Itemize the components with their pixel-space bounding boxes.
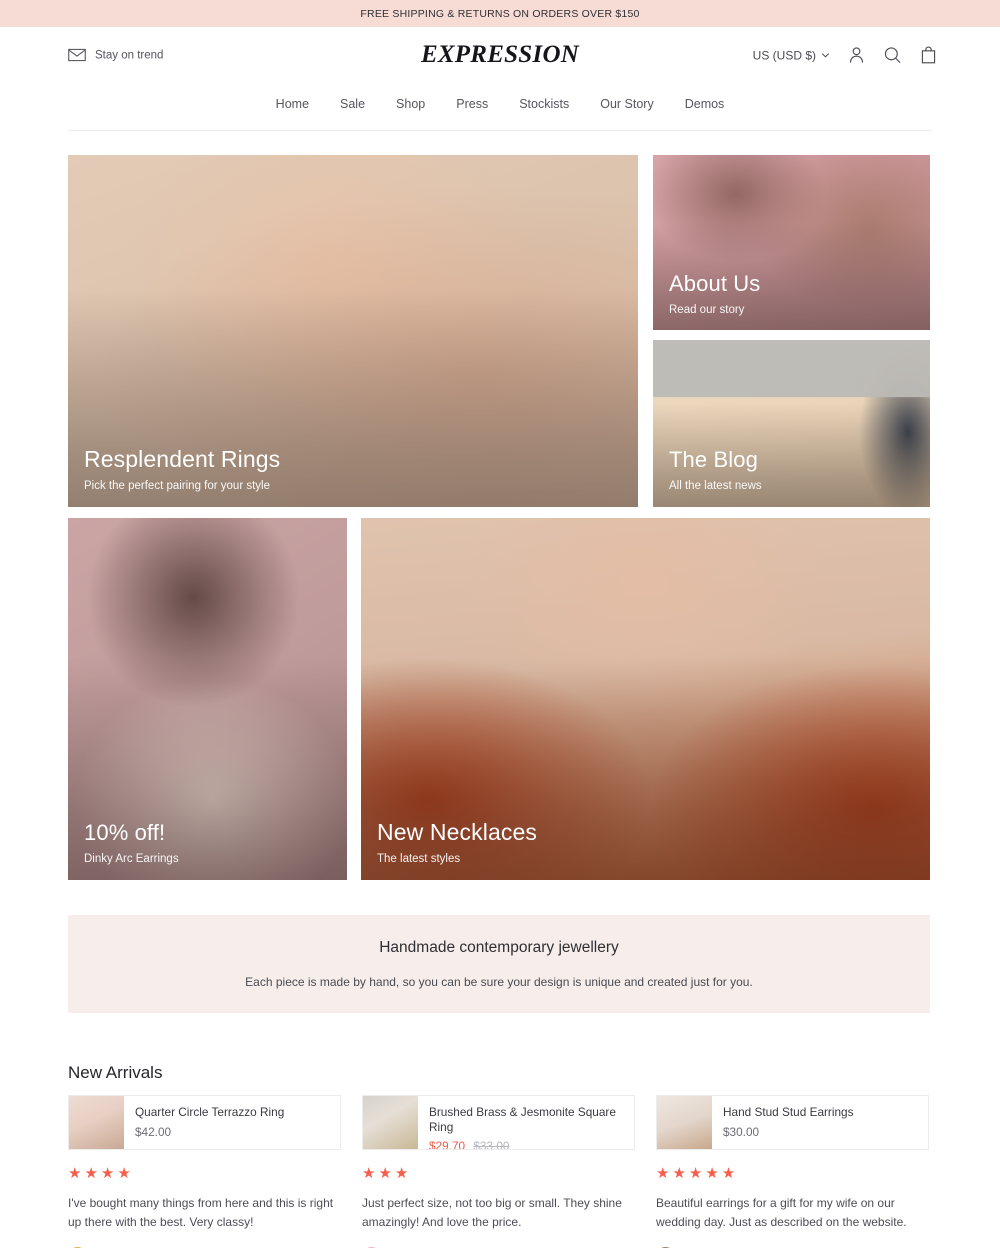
product-name: Quarter Circle Terrazzo Ring — [135, 1105, 285, 1119]
newsletter-link[interactable]: Stay on trend — [68, 48, 164, 62]
price-current: $30.00 — [723, 1124, 760, 1139]
product-review-card: Quarter Circle Terrazzo Ring $42.00 ★★★★… — [68, 1095, 341, 1248]
main-navigation: Home Sale Shop Press Stockists Our Story… — [0, 83, 1000, 125]
product-price: $42.00 — [135, 1125, 284, 1139]
announcement-text: FREE SHIPPING & RETURNS ON ORDERS OVER $… — [360, 7, 640, 20]
hero-subtitle: Pick the perfect pairing for your style — [84, 480, 270, 492]
product-thumbnail — [69, 1096, 124, 1149]
product-review-card: Brushed Brass & Jesmonite Square Ring $2… — [362, 1095, 635, 1248]
hero-tile-promo-10-percent-off[interactable]: 10% off! Dinky Arc Earrings — [68, 518, 347, 880]
product-thumbnail — [657, 1096, 712, 1149]
hero-subtitle: The latest styles — [377, 853, 461, 865]
review-text: Just perfect size, not too big or small.… — [362, 1196, 622, 1229]
nav-item-shop[interactable]: Shop — [396, 97, 425, 111]
envelope-icon — [68, 48, 86, 62]
hero-title: The Blog — [669, 447, 758, 473]
hero-title: About Us — [669, 271, 761, 297]
hero-tile-the-blog[interactable]: The Blog All the latest news — [653, 340, 930, 507]
nav-item-press[interactable]: Press — [456, 97, 488, 111]
nav-item-sale[interactable]: Sale — [340, 97, 365, 111]
hero-caption: New Necklaces The latest styles — [377, 819, 537, 865]
search-icon[interactable] — [883, 46, 902, 65]
header-actions: US (USD $) — [753, 46, 938, 65]
site-header: Stay on trend EXPRESSION US (USD $) — [0, 27, 1000, 83]
header-divider — [68, 130, 932, 131]
hero-subtitle: All the latest news — [669, 480, 762, 492]
product-card[interactable]: Brushed Brass & Jesmonite Square Ring $2… — [362, 1095, 635, 1150]
hero-subtitle: Dinky Arc Earrings — [84, 853, 179, 865]
promo-heading: Handmade contemporary jewellery — [379, 939, 619, 956]
hero-caption: About Us Read our story — [669, 271, 760, 316]
currency-label: US (USD $) — [752, 48, 816, 62]
site-logo[interactable]: EXPRESSION — [421, 41, 579, 69]
hero-caption: Resplendent Rings Pick the perfect pairi… — [84, 446, 280, 492]
product-name: Hand Stud Stud Earrings — [723, 1105, 854, 1119]
product-card[interactable]: Hand Stud Stud Earrings $30.00 — [656, 1095, 929, 1150]
hero-tile-new-necklaces[interactable]: New Necklaces The latest styles — [361, 518, 930, 880]
hero-title: 10% off! — [84, 820, 166, 846]
cart-icon[interactable] — [919, 46, 938, 65]
storefront-page: FREE SHIPPING & RETURNS ON ORDERS OVER $… — [0, 0, 1000, 1248]
hero-collage: Resplendent Rings Pick the perfect pairi… — [68, 155, 930, 880]
newsletter-label: Stay on trend — [95, 49, 164, 61]
rating-stars: ★★★★ — [68, 1165, 134, 1182]
review-text: Beautiful earrings for a gift for my wif… — [656, 1196, 907, 1229]
hero-tile-resplendent-rings[interactable]: Resplendent Rings Pick the perfect pairi… — [68, 155, 638, 507]
review-text: I've bought many things from here and th… — [68, 1196, 334, 1229]
promo-body: Each piece is made by hand, so you can b… — [245, 975, 753, 989]
section-title-new-arrivals: New Arrivals — [68, 1063, 163, 1082]
nav-item-home[interactable]: Home — [276, 97, 309, 111]
rating-stars: ★★★★★ — [656, 1165, 739, 1182]
product-name: Brushed Brass & Jesmonite Square Ring — [429, 1105, 616, 1134]
announcement-bar: FREE SHIPPING & RETURNS ON ORDERS OVER $… — [0, 0, 1000, 27]
product-price: $30.00 — [723, 1125, 854, 1139]
nav-item-stockists[interactable]: Stockists — [519, 97, 569, 111]
currency-selector[interactable]: US (USD $) — [753, 48, 830, 62]
nav-item-our-story[interactable]: Our Story — [600, 97, 654, 111]
promo-banner: Handmade contemporary jewellery Each pie… — [68, 915, 930, 1013]
hero-tile-about-us[interactable]: About Us Read our story — [653, 155, 930, 330]
hero-title: Resplendent Rings — [84, 445, 281, 472]
chevron-down-icon — [821, 51, 830, 60]
product-card[interactable]: Quarter Circle Terrazzo Ring $42.00 — [68, 1095, 341, 1150]
price-compare-at: $33.00 — [473, 1139, 510, 1150]
hero-caption: The Blog All the latest news — [669, 447, 762, 492]
hero-title: New Necklaces — [377, 818, 537, 845]
rating-stars: ★★★ — [362, 1165, 412, 1182]
hero-caption: 10% off! Dinky Arc Earrings — [84, 820, 179, 865]
product-price: $29.70 $33.00 — [429, 1139, 634, 1150]
product-thumbnail — [363, 1096, 418, 1149]
price-current: $29.70 — [429, 1139, 466, 1150]
account-icon[interactable] — [847, 46, 866, 65]
new-arrivals-list: Quarter Circle Terrazzo Ring $42.00 ★★★★… — [68, 1095, 930, 1248]
nav-item-demos[interactable]: Demos — [685, 97, 725, 111]
price-current: $42.00 — [135, 1124, 172, 1139]
product-review-card: Hand Stud Stud Earrings $30.00 ★★★★★ Bea… — [656, 1095, 929, 1248]
hero-subtitle: Read our story — [669, 304, 745, 316]
